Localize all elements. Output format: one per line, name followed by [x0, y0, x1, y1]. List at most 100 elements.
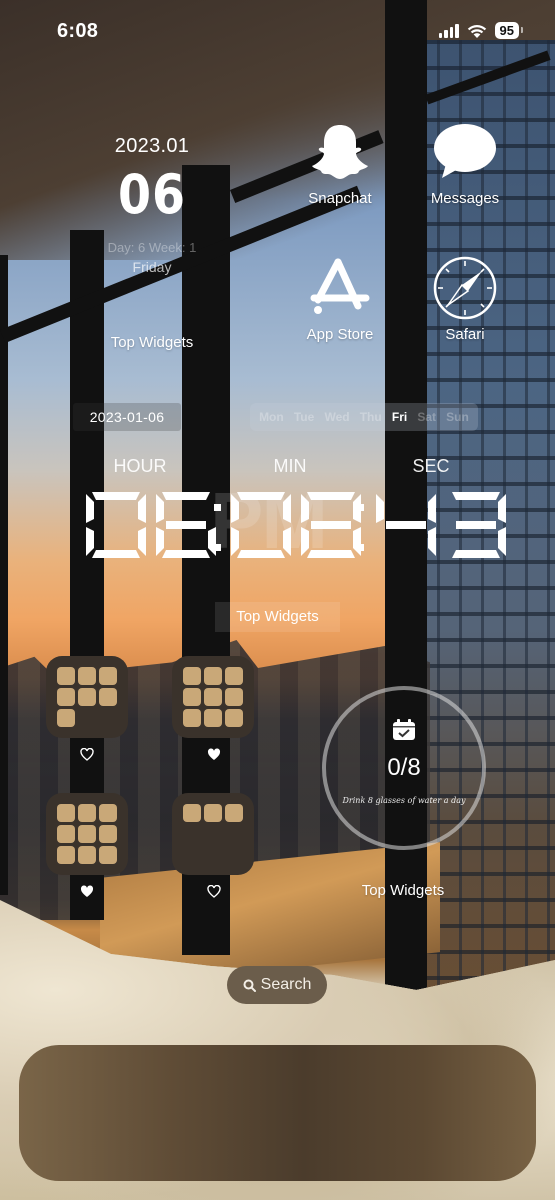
clock-segment [428, 527, 436, 556]
window-frame [0, 255, 8, 895]
clock-segment [307, 492, 355, 500]
clock-colon-dot [357, 544, 364, 551]
folder-app-grid [183, 667, 243, 727]
search-label: Search [260, 976, 312, 993]
status-icons: 95 [438, 22, 524, 39]
cellular-signal-icon [438, 23, 459, 38]
clock-segment [456, 521, 496, 529]
folder-app-tile [99, 825, 117, 843]
clock-segment [166, 521, 206, 529]
clock-segment [86, 494, 94, 523]
app-snapchat[interactable]: Snapchat [290, 120, 390, 207]
search-button[interactable]: Search [227, 966, 327, 1004]
folder-app-tile [204, 667, 222, 685]
clock-segment [498, 494, 506, 523]
clock-segment [376, 494, 384, 523]
weekday-thu: Thu [359, 410, 382, 424]
search-icon [243, 979, 256, 992]
folder-app-tile [78, 667, 96, 685]
folder-app-grid [57, 804, 117, 864]
folder-app-tile [183, 709, 201, 727]
clock-digit-minute [231, 492, 291, 558]
folder-app-tile [78, 846, 96, 864]
folder-app-tile [57, 804, 75, 822]
heart-outline-icon[interactable] [80, 748, 94, 761]
folder-app-tile [225, 667, 243, 685]
folder-app-tile [78, 688, 96, 706]
clock-colon-dot [214, 504, 221, 511]
clock-colon-dot [214, 544, 221, 551]
clock-segment [301, 527, 309, 556]
folder-app-tile [99, 688, 117, 706]
clock-segment [231, 494, 239, 523]
folder-app-grid [57, 667, 117, 727]
battery-indicator: 95 [494, 22, 524, 39]
app-folder[interactable] [172, 656, 254, 738]
folder-app-tile [57, 825, 75, 843]
app-label: App Store [306, 326, 374, 343]
weekday-tue: Tue [293, 410, 315, 424]
heart-filled-icon[interactable] [207, 748, 221, 761]
folder-app-grid [183, 804, 243, 822]
app-folder[interactable] [46, 656, 128, 738]
clock-segment [231, 527, 239, 556]
folder-app-tile [57, 688, 75, 706]
weekday-wed: Wed [324, 410, 350, 424]
heart-outline-icon[interactable] [207, 885, 221, 898]
compass-icon [415, 256, 515, 320]
folder-app-tile [204, 804, 222, 822]
clock-segment [301, 494, 309, 523]
speech-bubble-icon [415, 120, 515, 184]
date-day-week: Day: 6 Week: 1 [107, 240, 197, 255]
weekday-mon: Mon [259, 410, 284, 424]
date-widget-label: Top Widgets [110, 334, 194, 351]
app-folder[interactable] [172, 793, 254, 875]
clock-digit-hour [86, 492, 146, 558]
clock-segment [138, 527, 146, 556]
folder-app-tile [225, 688, 243, 706]
folder-app-tile [204, 688, 222, 706]
app-label: Safari [445, 326, 485, 343]
clock-segment [283, 527, 291, 556]
clock-segment [156, 527, 164, 556]
clock-segment [452, 492, 500, 500]
folder-app-tile [183, 688, 201, 706]
date-widget[interactable]: 2023.01 06 Day: 6 Week: 1 Friday [82, 135, 222, 275]
clock-widget-label: Top Widgets [215, 602, 340, 632]
clock-segment [498, 527, 506, 556]
app-safari[interactable]: Safari [415, 256, 515, 343]
dock[interactable] [19, 1045, 536, 1181]
folder-app-tile [225, 709, 243, 727]
folder-app-tile [99, 804, 117, 822]
clock-segment [86, 527, 94, 556]
clock-colon-dot [357, 504, 364, 511]
heart-filled-icon[interactable] [80, 885, 94, 898]
app-app-store[interactable]: App Store [290, 256, 390, 343]
folder-app-tile [183, 804, 201, 822]
weekday-fri: Fri [391, 410, 408, 424]
clock-segment [307, 550, 355, 558]
clock-segment [162, 550, 210, 558]
clock-segment [138, 494, 146, 523]
folder-app-tile [78, 804, 96, 822]
folder-app-tile [99, 846, 117, 864]
date-weekday: Friday [132, 259, 172, 275]
clock-digit-second [452, 492, 506, 558]
folder-app-tile [57, 846, 75, 864]
clock-segment [208, 527, 216, 556]
clock-digit-hour [156, 492, 216, 558]
weekday-strip[interactable]: Mon Tue Wed Thu Fri Sat Sun [250, 403, 478, 431]
status-time: 6:08 [57, 20, 99, 42]
clock-segment [237, 492, 285, 500]
date-day: 06 [118, 163, 186, 226]
app-folder[interactable] [46, 793, 128, 875]
clock-label-min: MIN [273, 456, 307, 476]
clock-segment [162, 492, 210, 500]
clock-digit-minute [301, 492, 361, 558]
app-messages[interactable]: Messages [415, 120, 515, 207]
status-bar: 6:08 95 [0, 0, 555, 64]
app-label: Messages [430, 190, 500, 207]
water-count: 0/8 [387, 754, 421, 781]
clock-segment [92, 492, 140, 500]
water-widget-label: Top Widgets [361, 882, 445, 899]
